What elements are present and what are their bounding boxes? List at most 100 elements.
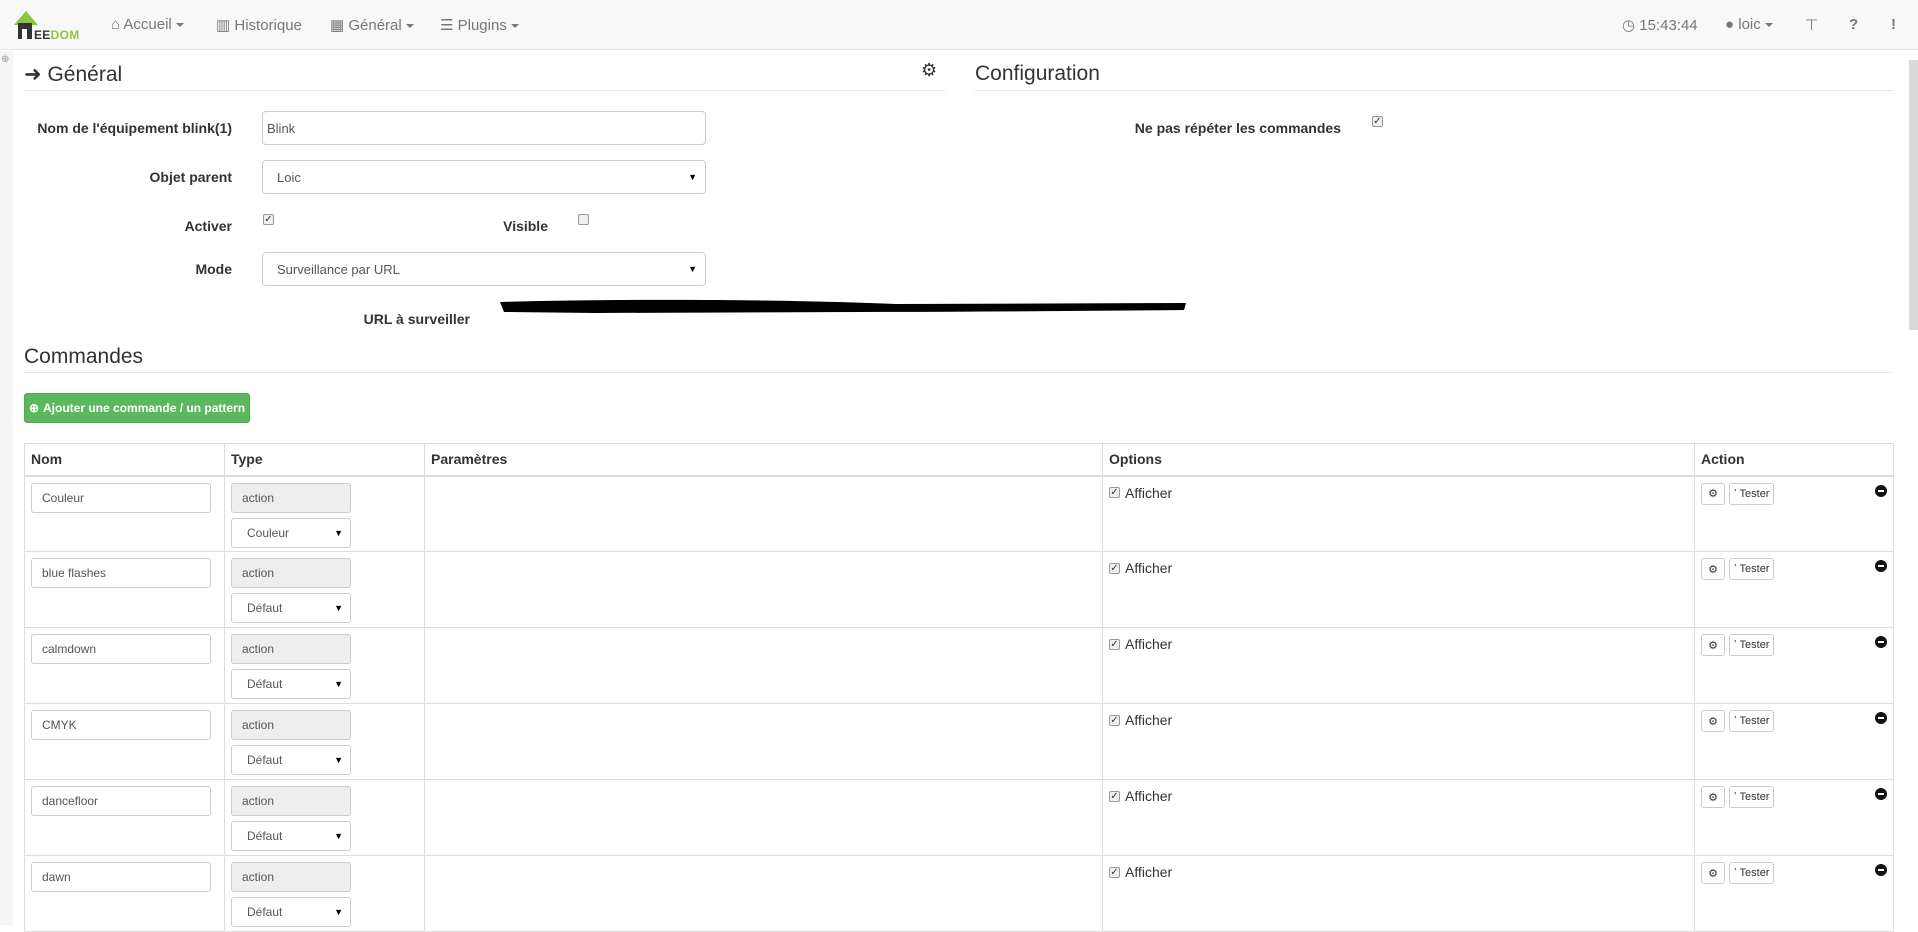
configure-command-button[interactable]: ⚙: [1701, 786, 1725, 808]
afficher-option[interactable]: ✓ Afficher: [1109, 636, 1172, 652]
afficher-checkbox[interactable]: ✓: [1109, 714, 1120, 726]
parameters-cell: [424, 551, 1103, 628]
gears-icon[interactable]: ⚙: [921, 60, 937, 81]
afficher-option[interactable]: ✓ Afficher: [1109, 788, 1172, 804]
activer-checkbox[interactable]: ✓: [263, 214, 274, 225]
configure-command-button[interactable]: ⚙: [1701, 558, 1725, 580]
add-command-button[interactable]: ⊕ Ajouter une commande / un pattern: [24, 393, 250, 423]
afficher-option[interactable]: ✓ Afficher: [1109, 712, 1172, 728]
rss-icon: ʼ: [1734, 487, 1737, 500]
help-icon[interactable]: ?: [1849, 16, 1858, 33]
expand-icon[interactable]: ⊕: [1, 54, 13, 65]
parameters-cell: [424, 855, 1103, 932]
parameters-cell: [424, 627, 1103, 704]
remove-command-icon[interactable]: [1875, 864, 1887, 876]
nav-general[interactable]: ▦ Général: [330, 16, 414, 34]
gears-icon: ⚙: [1708, 488, 1718, 500]
command-name-input[interactable]: CMYK: [31, 710, 211, 740]
command-subtype-select[interactable]: Défaut: [231, 897, 351, 927]
nav-plugins[interactable]: ☰ Plugins: [440, 16, 519, 34]
configure-command-button[interactable]: ⚙: [1701, 482, 1725, 505]
jeedom-logo[interactable]: EEDOM: [12, 9, 84, 43]
no-repeat-checkbox[interactable]: ✓: [1372, 116, 1383, 127]
command-subtype-select[interactable]: Couleur: [231, 517, 351, 548]
afficher-checkbox[interactable]: ✓: [1109, 562, 1120, 574]
command-type-field: action: [231, 862, 351, 892]
remove-command-icon[interactable]: [1875, 560, 1887, 572]
test-command-button[interactable]: ʼ Tester: [1729, 710, 1775, 732]
configure-command-button[interactable]: ⚙: [1701, 862, 1725, 884]
configure-command-button[interactable]: ⚙: [1701, 710, 1725, 732]
afficher-option[interactable]: ✓ Afficher: [1109, 485, 1172, 501]
table-row: Couleur action Couleur ✓Afficher ⚙ ʼ Teste…: [24, 475, 1894, 552]
command-type-field: action: [231, 634, 351, 664]
command-subtype-select[interactable]: Défaut: [231, 593, 351, 623]
table-row: dancefloor action Défaut ✓Afficher ⚙ ʼ Tes…: [24, 779, 1894, 856]
command-subtype-select[interactable]: Défaut: [231, 669, 351, 699]
afficher-option[interactable]: ✓ Afficher: [1109, 560, 1172, 576]
afficher-checkbox[interactable]: ✓: [1109, 638, 1120, 650]
nav-accueil[interactable]: ⌂ Accueil: [111, 16, 184, 33]
command-subtype-select[interactable]: Défaut: [231, 821, 351, 851]
qrcode-icon: ▦: [330, 17, 345, 34]
back-arrow-icon[interactable]: ➜: [24, 63, 42, 86]
table-row: blue flashes action Défaut ✓Afficher ⚙ ʼ T…: [24, 551, 1894, 628]
brand-name: EEDOM: [34, 28, 80, 42]
command-name-input[interactable]: Couleur: [31, 482, 211, 513]
commands-table: Nom Type Paramètres Options Action Coule…: [24, 443, 1894, 932]
command-name-input[interactable]: dancefloor: [31, 786, 211, 816]
general-title: ➜ Général: [24, 63, 123, 86]
remove-command-icon[interactable]: [1875, 484, 1887, 497]
command-type-field: action: [231, 786, 351, 816]
afficher-checkbox[interactable]: ✓: [1109, 790, 1120, 802]
sidebar-toggle-strip[interactable]: ⊕: [0, 51, 13, 925]
configuration-title: Configuration: [975, 62, 1100, 85]
gears-icon: ⚙: [1708, 791, 1718, 804]
gears-icon: ⚙: [1708, 715, 1718, 728]
afficher-option[interactable]: ✓ Afficher: [1109, 864, 1172, 880]
test-command-button[interactable]: ʼ Tester: [1729, 558, 1775, 580]
configure-command-button[interactable]: ⚙: [1701, 634, 1725, 656]
user-icon: ●: [1725, 16, 1735, 33]
remove-command-icon[interactable]: [1875, 636, 1887, 648]
command-type-field: action: [231, 482, 351, 513]
col-action: Action: [1694, 443, 1894, 477]
parameters-cell: [424, 779, 1103, 856]
mode-label: Mode: [195, 261, 232, 277]
home-icon: ⌂: [111, 16, 121, 33]
remove-command-icon[interactable]: [1875, 788, 1887, 800]
commands-title: Commandes: [24, 345, 144, 368]
tasks-icon: ☰: [440, 17, 454, 34]
command-type-field: action: [231, 558, 351, 588]
clock: ◷ 15:43:44: [1622, 17, 1698, 34]
col-options: Options: [1102, 443, 1695, 477]
scrollbar[interactable]: [1909, 60, 1918, 330]
equipment-name-input[interactable]: Blink: [262, 111, 706, 145]
sitemap-icon[interactable]: ⊤: [1805, 16, 1818, 34]
bar-chart-icon: ▥: [216, 17, 231, 34]
command-name-input[interactable]: blue flashes: [31, 558, 211, 588]
command-name-input[interactable]: calmdown: [31, 634, 211, 664]
test-command-button[interactable]: ʼ Tester: [1729, 482, 1775, 505]
gears-icon: ⚙: [1708, 867, 1718, 880]
test-command-button[interactable]: ʼ Tester: [1729, 786, 1775, 808]
clock-icon: ◷: [1622, 17, 1636, 34]
remove-command-icon[interactable]: [1875, 712, 1887, 724]
mode-select[interactable]: Surveillance par URL: [262, 252, 706, 286]
gears-icon: ⚙: [1708, 639, 1718, 652]
rss-icon: ʼ: [1734, 715, 1737, 727]
user-menu[interactable]: ● loic: [1725, 16, 1773, 33]
afficher-checkbox[interactable]: ✓: [1109, 487, 1120, 498]
test-command-button[interactable]: ʼ Tester: [1729, 634, 1775, 656]
command-name-input[interactable]: dawn: [31, 862, 211, 892]
parent-object-select[interactable]: Loic: [262, 160, 706, 194]
alert-icon[interactable]: !: [1891, 16, 1896, 33]
name-label: Nom de l'équipement blink(1): [37, 120, 232, 136]
test-command-button[interactable]: ʼ Tester: [1729, 862, 1775, 884]
visible-checkbox[interactable]: [578, 214, 589, 225]
col-type: Type: [224, 443, 425, 477]
command-subtype-select[interactable]: Défaut: [231, 745, 351, 775]
col-parametres: Paramètres: [424, 443, 1103, 477]
nav-historique[interactable]: ▥ Historique: [216, 16, 302, 34]
afficher-checkbox[interactable]: ✓: [1109, 866, 1120, 878]
